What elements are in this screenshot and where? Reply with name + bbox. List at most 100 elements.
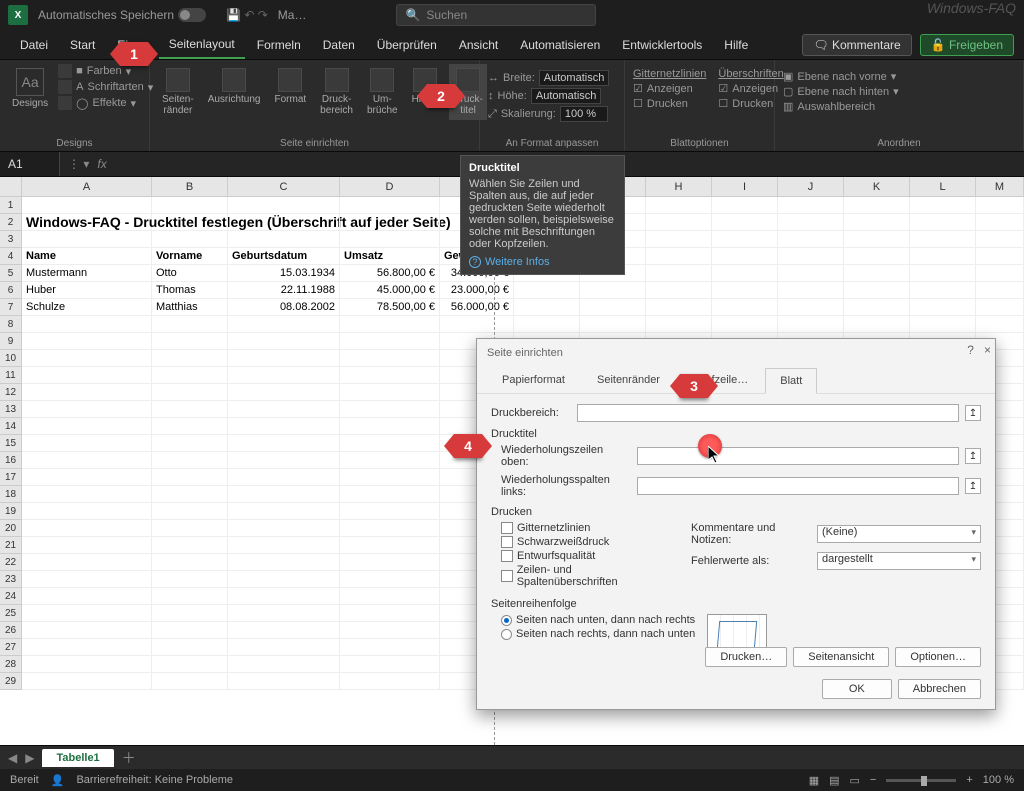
search-icon: 🔍: [405, 8, 420, 22]
sheet-tabs: ◀ ▶ Tabelle1 ＋: [0, 745, 1024, 769]
ok-button[interactable]: OK: [822, 679, 892, 699]
designs-button[interactable]: AaDesigns: [8, 64, 52, 113]
zoom-slider[interactable]: [886, 779, 956, 782]
marker-4: 4: [454, 434, 482, 458]
sheet-nav-prev[interactable]: ◀: [8, 751, 17, 765]
group-designs-label: Designs: [0, 138, 149, 149]
gitter-label: Gitternetzlinien: [633, 68, 706, 80]
wdh-links-label: Wiederholungsspalten links:: [501, 474, 631, 498]
search-placeholder: Suchen: [426, 8, 467, 22]
druckbereich-picker[interactable]: ↥: [965, 405, 981, 421]
page-setup-dialog: Seite einrichten ? × Papierformat Seitenr…: [476, 338, 996, 710]
skalierung-select[interactable]: ⤢ Skalierung: 100 %: [488, 106, 616, 122]
autosave-label: Automatisches Speichern: [38, 8, 174, 22]
schwarzweiss-checkbox[interactable]: Schwarzweißdruck: [501, 536, 671, 548]
wdh-links-input[interactable]: [637, 477, 959, 495]
tab-entwicklertools[interactable]: Entwicklertools: [612, 32, 712, 58]
tab-daten[interactable]: Daten: [313, 32, 365, 58]
excel-logo: X: [8, 5, 28, 25]
titlebar: X Automatisches Speichern 💾 ↶ ↷ Ma… 🔍 Su…: [0, 0, 1024, 30]
tooltip-body: Wählen Sie Zeilen und Spalten aus, die a…: [469, 178, 616, 250]
search-input[interactable]: 🔍 Suchen: [396, 4, 596, 26]
seitenraender-button[interactable]: Seiten- ränder: [158, 64, 198, 120]
watermark: Windows-FAQ: [927, 0, 1016, 16]
wdh-oben-input[interactable]: [637, 447, 959, 465]
farben-button[interactable]: ■ Farben ▾: [58, 64, 153, 78]
tab-seitenlayout[interactable]: Seitenlayout: [159, 31, 245, 59]
zoom-level: 100 %: [983, 774, 1014, 786]
entwurf-checkbox[interactable]: Entwurfsqualität: [501, 550, 671, 562]
tab-hilfe[interactable]: Hilfe: [714, 32, 758, 58]
tooltip-link[interactable]: ?Weitere Infos: [469, 256, 616, 268]
wdh-oben-picker[interactable]: ↥: [965, 448, 981, 464]
cursor-icon: [708, 446, 722, 464]
umbrueche-button[interactable]: Um- brüche: [363, 64, 402, 120]
view-break-icon[interactable]: ▭: [850, 774, 860, 787]
drucktitel-tooltip: Drucktitel Wählen Sie Zeilen und Spalten…: [460, 155, 625, 275]
fehler-select[interactable]: dargestellt: [817, 552, 981, 570]
dialog-title: Seite einrichten: [487, 347, 563, 359]
doc-title: Ma…: [278, 8, 307, 22]
wdh-links-picker[interactable]: ↥: [965, 478, 981, 494]
dialog-tab-papier[interactable]: Papierformat: [487, 367, 580, 393]
dialog-help-button[interactable]: ?: [967, 343, 974, 357]
ebene-hinten-button[interactable]: ▢ Ebene nach hinten ▾: [783, 85, 1015, 98]
druckbereich-button[interactable]: Druck- bereich: [316, 64, 357, 120]
status-ready: Bereit: [10, 774, 39, 786]
drucken-button[interactable]: Drucken…: [705, 647, 787, 667]
view-page-icon[interactable]: ▤: [829, 774, 839, 787]
view-normal-icon[interactable]: ▦: [809, 774, 819, 787]
fx-icon[interactable]: fx: [97, 157, 106, 171]
format-button[interactable]: Format: [271, 64, 311, 109]
auswahlbereich-button[interactable]: ▥ Auswahlbereich: [783, 100, 1015, 113]
druckbereich-input[interactable]: [577, 404, 959, 422]
tab-ueberpruefen[interactable]: Überprüfen: [367, 32, 447, 58]
kommentare-select[interactable]: (Keine): [817, 525, 981, 543]
kommentare-button[interactable]: 🗨 Kommentare: [802, 34, 911, 56]
name-box[interactable]: A1: [0, 152, 60, 176]
dialog-close-button[interactable]: ×: [984, 343, 991, 357]
group-anordnen-label: Anordnen: [775, 138, 1023, 149]
effekte-button[interactable]: ◯ Effekte ▾: [58, 96, 153, 110]
dialog-tab-rand[interactable]: Seitenränder: [582, 367, 675, 393]
ueber-drucken-check[interactable]: ☐ Drucken: [718, 97, 783, 110]
status-accessibility: Barrierefreiheit: Keine Probleme: [76, 774, 233, 786]
abbrechen-button[interactable]: Abbrechen: [898, 679, 981, 699]
tab-start[interactable]: Start: [60, 32, 105, 58]
freigeben-button[interactable]: 🔓 Freigeben: [920, 34, 1014, 56]
tab-formeln[interactable]: Formeln: [247, 32, 311, 58]
drucken-legend: Drucken: [491, 506, 981, 518]
tab-ansicht[interactable]: Ansicht: [449, 32, 508, 58]
tab-datei[interactable]: Datei: [10, 32, 58, 58]
hoehe-select[interactable]: ↕ Höhe: Automatisch: [488, 88, 616, 104]
gitter-drucken-check[interactable]: ☐ Drucken: [633, 97, 706, 110]
reihe-legend: Seitenreihenfolge: [491, 598, 981, 610]
kommentare-label: Kommentare und Notizen:: [691, 522, 811, 546]
sheet-add-button[interactable]: ＋: [122, 748, 136, 768]
ribbon-body: AaDesigns ■ Farben ▾ A Schriftarten ▾ ◯ …: [0, 60, 1024, 152]
radio-rechts-unten[interactable]: Seiten nach rechts, dann nach unten: [501, 628, 695, 640]
schriftarten-button[interactable]: A Schriftarten ▾: [58, 80, 153, 94]
marker-3: 3: [680, 374, 708, 398]
breite-select[interactable]: ↔ Breite: Automatisch: [488, 70, 616, 86]
zoom-in-button[interactable]: +: [966, 774, 972, 786]
gitter-checkbox[interactable]: Gitternetzlinien: [501, 522, 671, 534]
zeilenspalten-checkbox[interactable]: Zeilen- und Spaltenüberschriften: [501, 564, 671, 588]
sheet-nav-next[interactable]: ▶: [25, 751, 34, 765]
sheet-tab-1[interactable]: Tabelle1: [42, 749, 113, 767]
autosave-toggle[interactable]: Automatisches Speichern: [38, 8, 206, 22]
seitenansicht-button[interactable]: Seitenansicht: [793, 647, 889, 667]
zoom-out-button[interactable]: −: [870, 774, 876, 786]
dialog-tab-blatt[interactable]: Blatt: [765, 368, 817, 394]
marker-1: 1: [120, 42, 148, 66]
ebene-vorne-button[interactable]: ▣ Ebene nach vorne ▾: [783, 70, 1015, 83]
accessibility-icon: 👤: [51, 774, 65, 787]
ausrichtung-button[interactable]: Ausrichtung: [204, 64, 265, 109]
ueber-anzeigen-check[interactable]: ☑ Anzeigen: [718, 82, 783, 95]
druckbereich-label: Druckbereich:: [491, 407, 571, 419]
radio-unten-rechts[interactable]: Seiten nach unten, dann nach rechts: [501, 614, 695, 626]
optionen-button[interactable]: Optionen…: [895, 647, 981, 667]
marker-2: 2: [427, 84, 455, 108]
tab-automatisieren[interactable]: Automatisieren: [510, 32, 610, 58]
gitter-anzeigen-check[interactable]: ☑ Anzeigen: [633, 82, 706, 95]
